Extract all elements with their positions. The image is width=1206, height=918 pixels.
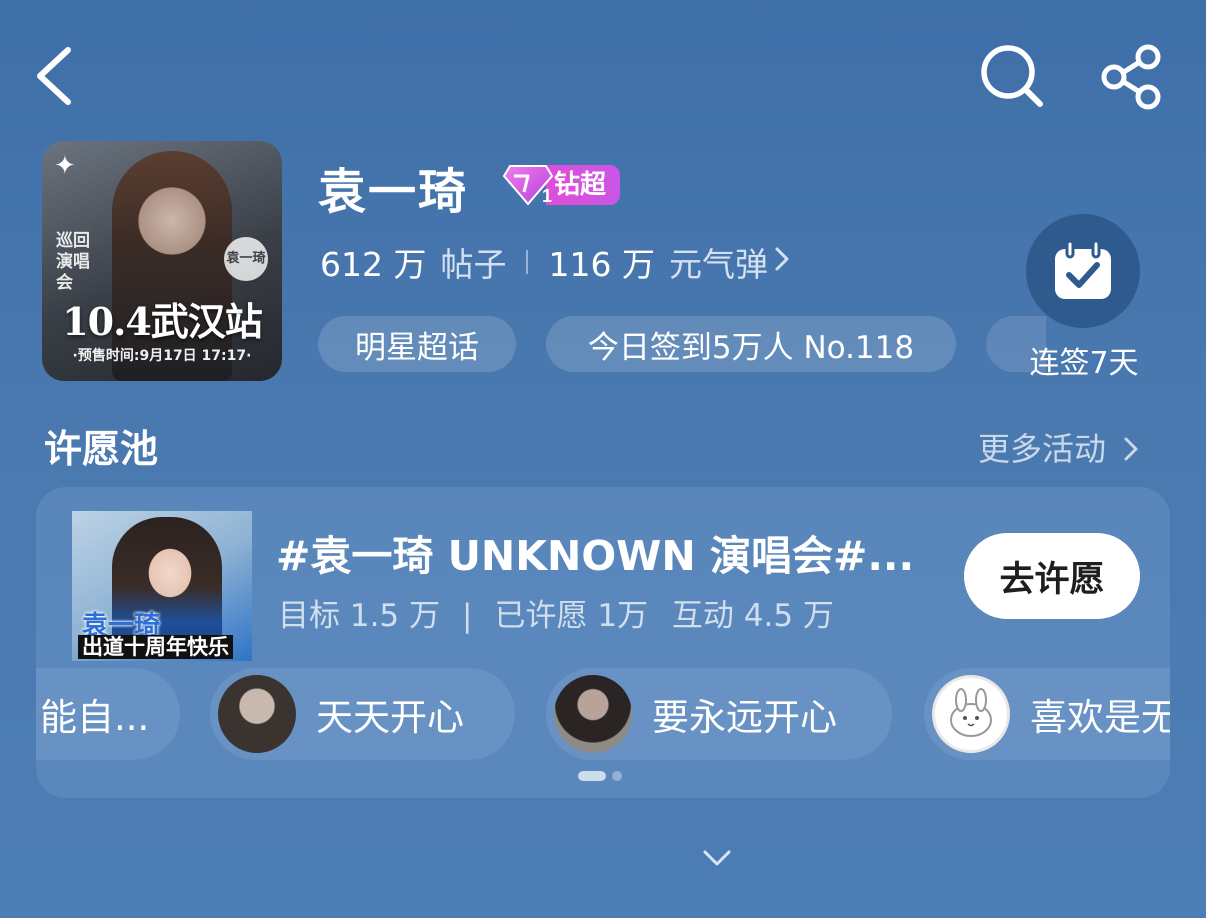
wish-thumbnail[interactable]: 袁一琦 出道十周年快乐 — [72, 511, 252, 661]
wish-title[interactable]: #袁一琦 UNKNOWN 演唱会#... — [276, 522, 946, 582]
wish-thumbnail-caption: 出道十周年快乐 — [78, 635, 233, 659]
chevron-left-icon — [37, 47, 71, 105]
make-wish-button[interactable]: 去许愿 — [964, 533, 1140, 619]
tier-label: 钻超 — [546, 165, 621, 205]
star-logo-icon: ✦ — [54, 151, 76, 181]
wish-chip[interactable]: 天天开心 — [210, 668, 515, 760]
cover-badge-name: 袁一琦 — [224, 237, 268, 281]
more-activities-label: 更多活动 — [978, 430, 1107, 468]
wish-pool-title: 许愿池 — [44, 427, 159, 471]
wish-meta-divider: | — [462, 598, 473, 634]
posts-label: 帖子 — [440, 245, 507, 284]
calendar-check-icon — [1055, 239, 1111, 299]
share-button[interactable] — [1096, 44, 1166, 110]
chip-checkin-ranking[interactable]: 今日签到5万人 No.118 — [546, 316, 956, 372]
topic-stats: 612 万 帖子 116 万 元气弹 — [320, 238, 790, 286]
expand-button[interactable] — [700, 846, 734, 870]
share-icon — [1101, 44, 1161, 110]
wish-interactions: 互动 4.5 万 — [671, 598, 834, 634]
wish-chip-text: 要永远开心 — [652, 696, 837, 739]
posts-count: 612 万 — [320, 245, 427, 284]
wish-chip-text: 能自... — [40, 696, 150, 739]
carousel-dot-active — [578, 771, 606, 781]
wish-meta: 目标 1.5 万 | 已许愿 1万 互动 4.5 万 — [278, 590, 834, 635]
energy-label[interactable]: 元气弹 — [669, 238, 768, 286]
wish-chip[interactable]: 喜欢是无 — [924, 668, 1170, 760]
checkin-streak-label: 连签7天 — [1029, 346, 1139, 381]
cover-main-title: 10.4武汉站 — [62, 299, 263, 344]
energy-count[interactable]: 116 万 — [548, 238, 654, 286]
wish-chip[interactable]: 要永远开心 — [546, 668, 892, 760]
search-icon — [981, 45, 1043, 107]
avatar — [554, 675, 632, 753]
cover-sub-title: ·预售时间:9月17日 17:17· — [72, 348, 252, 364]
cover-side-text: 巡回演唱会 — [56, 231, 90, 293]
topic-title: 袁一琦 — [318, 164, 469, 220]
chevron-down-icon — [703, 850, 731, 866]
avatar — [932, 675, 1010, 753]
back-button[interactable] — [30, 42, 90, 110]
chip-star-topic[interactable]: 明星超话 — [318, 316, 516, 372]
topic-cover-image[interactable]: ✦ 巡回演唱会 袁一琦 10.4武汉站 ·预售时间:9月17日 17:17· — [42, 141, 282, 381]
checkin-button[interactable] — [1026, 214, 1140, 328]
chevron-right-icon[interactable] — [774, 245, 790, 280]
wish-chip[interactable]: 能自... — [36, 668, 180, 760]
tier-badge[interactable]: 1 钻超 — [502, 162, 621, 208]
stats-divider — [526, 250, 529, 274]
chevron-right-icon — [1124, 437, 1138, 461]
wish-count: 已许愿 1万 — [494, 598, 649, 634]
wish-chip-text: 天天开心 — [316, 696, 464, 739]
diamond-icon: 1 — [502, 162, 554, 208]
carousel-indicator — [578, 771, 622, 781]
wish-target: 目标 1.5 万 — [278, 598, 441, 634]
avatar — [218, 675, 296, 753]
bunny-avatar-icon — [950, 688, 992, 737]
more-activities-link[interactable]: 更多活动 — [978, 424, 1140, 470]
tier-level: 1 — [542, 186, 552, 206]
search-button[interactable] — [978, 42, 1048, 112]
carousel-dot — [612, 771, 622, 781]
wish-chip-text: 喜欢是无 — [1030, 696, 1170, 739]
